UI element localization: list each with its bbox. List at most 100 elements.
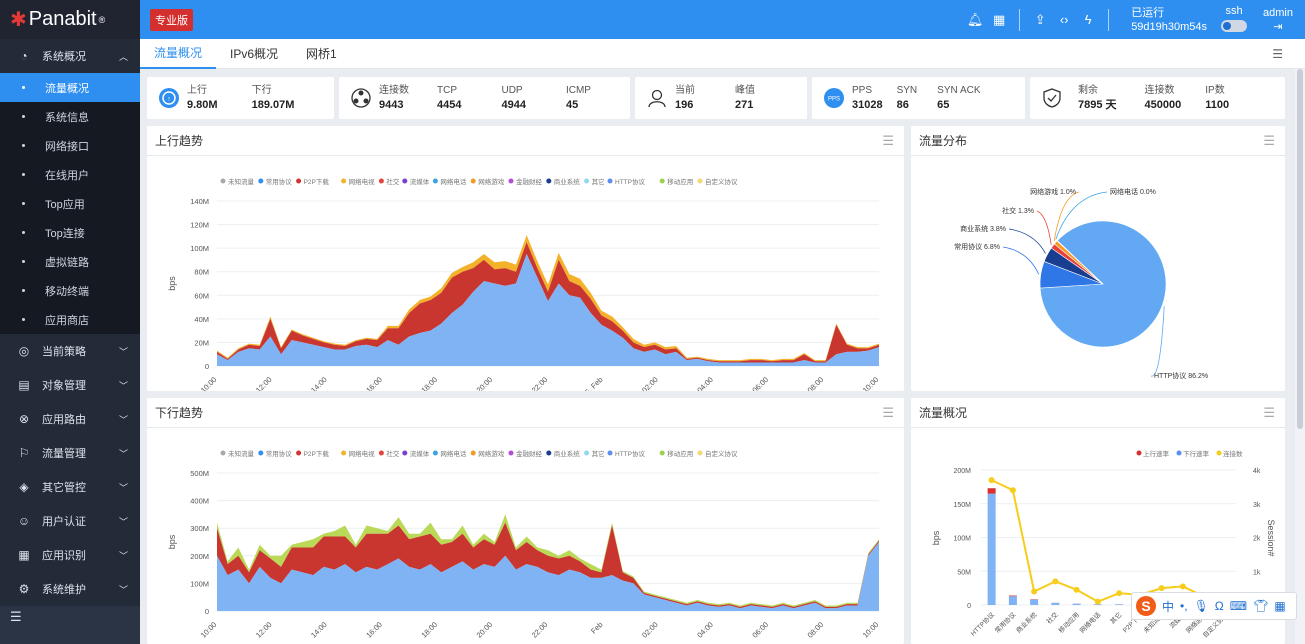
upstream-trend-chart: 未知流量 常用协议 P2P下载 网络电视 社交 流媒体 网络电话 网络游戏 金融财经 商业系统 其它…	[167, 177, 880, 399]
x-tick-label: 10:00	[199, 620, 219, 640]
upload-icon[interactable]: ⇪	[1030, 12, 1050, 28]
series-area	[217, 254, 879, 366]
sidebar-group-label: 系统维护	[42, 584, 86, 596]
route-icon: ⊗	[18, 412, 30, 426]
location-icon: ◎	[18, 344, 30, 358]
sidebar-group[interactable]: ⚙ 系统维护 ﹀	[0, 572, 140, 606]
sidebar-item-label: 流量概况	[45, 82, 89, 95]
sidebar-item-label: 应用商店	[45, 314, 89, 327]
brand-logo[interactable]: ✱ Panabit ®	[0, 0, 140, 39]
stat-row: ↑ 上行 9.80M 下行 189.07M 连接数 9443 TCP 4454 UDP 4…	[147, 77, 1285, 119]
chevron-down-icon: ﹀	[118, 482, 128, 493]
connections-point	[1094, 598, 1101, 605]
sidebar-group[interactable]: ▦ 应用识别 ﹀	[0, 538, 140, 572]
page-scrollbar[interactable]	[1295, 69, 1305, 644]
sidebar-item[interactable]: 虚拟链路	[0, 247, 140, 276]
bolt-icon[interactable]: ϟ	[1078, 12, 1098, 27]
ssh-toggle[interactable]	[1221, 19, 1248, 32]
sidebar-group[interactable]: ◔ 系统概况 ︿	[0, 39, 140, 73]
omega-icon[interactable]: Ω	[1215, 599, 1224, 613]
sidebar-group-label: 其它管控	[42, 482, 86, 494]
up-value: 9.80M	[187, 99, 218, 111]
sidebar-group[interactable]: ☺ 用户认证 ﹀	[0, 504, 140, 538]
bar-upload	[987, 488, 996, 494]
bullet-icon	[22, 202, 25, 205]
code-icon[interactable]: ‹›	[1054, 12, 1074, 27]
admin-menu[interactable]: admin ⇥	[1263, 6, 1293, 34]
chart-menu-icon[interactable]: ☰	[1263, 133, 1275, 149]
bullet-icon	[22, 289, 25, 292]
sidebar-item[interactable]: 应用商店	[0, 305, 140, 334]
sidebar-item-label: 移动终端	[45, 285, 89, 298]
bar-download	[1051, 602, 1060, 605]
sidebar-group-label: 系统概况	[42, 51, 86, 63]
legend-marker	[378, 178, 384, 184]
bar-download	[1115, 604, 1124, 605]
sidebar-item[interactable]: Top连接	[0, 218, 140, 247]
legend-marker	[432, 178, 438, 184]
sidebar-group[interactable]: ▤ 对象管理 ﹀	[0, 368, 140, 402]
chevron-down-icon: ﹀	[118, 584, 128, 595]
logout-icon[interactable]: ⇥	[1263, 20, 1293, 34]
pps-icon-text: PPS	[828, 97, 840, 103]
bell-icon[interactable]: 🔔︎	[965, 12, 985, 28]
sidebar-group[interactable]: ◈ 其它管控 ﹀	[0, 470, 140, 504]
sidebar-item[interactable]: Top应用	[0, 189, 140, 218]
legend-marker	[378, 450, 384, 456]
legend-marker	[1176, 450, 1182, 456]
y-tick-label: 300M	[190, 524, 209, 533]
traffic-card: ↑ 上行 9.80M 下行 189.07M	[147, 77, 334, 119]
synack-value: 65	[937, 99, 950, 111]
bar-download	[1008, 596, 1017, 605]
ime-punct-icon[interactable]: •,	[1180, 599, 1188, 613]
x-tick-label: 移动应用	[1056, 610, 1081, 635]
bullet-icon	[22, 173, 25, 176]
qrcode-icon[interactable]: ▦	[989, 12, 1009, 28]
sogou-logo-icon[interactable]: S	[1136, 596, 1156, 616]
legend-label: 移动应用	[667, 449, 693, 458]
sidebar-item[interactable]: 网络接口	[0, 131, 140, 160]
x-tick-label: 网络电话	[1078, 610, 1103, 635]
panel-title: 下行趋势	[155, 406, 204, 420]
chevron-down-icon: ﹀	[118, 448, 128, 459]
chart-menu-icon[interactable]: ☰	[882, 405, 894, 421]
tcp-label: TCP	[437, 85, 457, 96]
toolbox-icon[interactable]: ▦	[1274, 599, 1285, 613]
legend-marker	[470, 450, 476, 456]
skin-icon[interactable]: 👕︎	[1253, 599, 1268, 613]
y-tick-label: 100M	[190, 244, 209, 253]
legend-marker	[1216, 450, 1222, 456]
tab-ipv6-overview[interactable]: IPv6概况	[216, 39, 292, 69]
pps-label: PPS	[852, 85, 873, 96]
sidebar-item[interactable]: 系统信息	[0, 102, 140, 131]
sidebar-group[interactable]: ◎ 当前策略 ﹀	[0, 334, 140, 368]
y-axis-label: bps	[167, 276, 177, 291]
legend-label: 其它	[592, 449, 605, 458]
tab-bridge1[interactable]: 网桥1	[292, 39, 351, 69]
sidebar-group[interactable]: ⚐ 流量管理 ﹀	[0, 436, 140, 470]
ime-toolbar[interactable]: S 中 •, 🎙︎ Ω ⌨︎ 👕︎ ▦	[1131, 592, 1297, 620]
user-icon	[645, 86, 669, 110]
ime-mode-icon[interactable]: 中	[1162, 598, 1174, 615]
microphone-icon[interactable]: 🎙︎	[1194, 599, 1209, 613]
legend-label: 社交	[386, 449, 400, 458]
keyboard-icon[interactable]: ⌨︎	[1230, 599, 1247, 613]
dashboard-icon: ◔	[20, 49, 28, 63]
collapse-sidebar-icon[interactable]: ☰	[0, 606, 140, 628]
chart-menu-icon[interactable]: ☰	[1263, 405, 1275, 421]
legend-marker	[402, 178, 408, 184]
sidebar-item[interactable]: 移动终端	[0, 276, 140, 305]
sidebar-item[interactable]: 在线用户	[0, 160, 140, 189]
sort-menu-icon[interactable]: ☰	[1272, 47, 1283, 61]
x-tick-label: 08:00	[806, 375, 826, 391]
sidebar-item[interactable]: 流量概况	[0, 73, 140, 102]
pps-value: 31028	[852, 99, 883, 111]
y-tick-label: 60M	[194, 291, 209, 300]
sidebar-group[interactable]: ⊗ 应用路由 ﹀	[0, 402, 140, 436]
panabit-star-icon: ✱	[10, 9, 27, 31]
y-tick-label: 150M	[953, 502, 971, 509]
legend-label: 商业系统	[554, 449, 581, 458]
tab-traffic-overview[interactable]: 流量概况	[140, 39, 217, 69]
chart-menu-icon[interactable]: ☰	[882, 133, 894, 149]
legend-marker	[220, 450, 226, 456]
